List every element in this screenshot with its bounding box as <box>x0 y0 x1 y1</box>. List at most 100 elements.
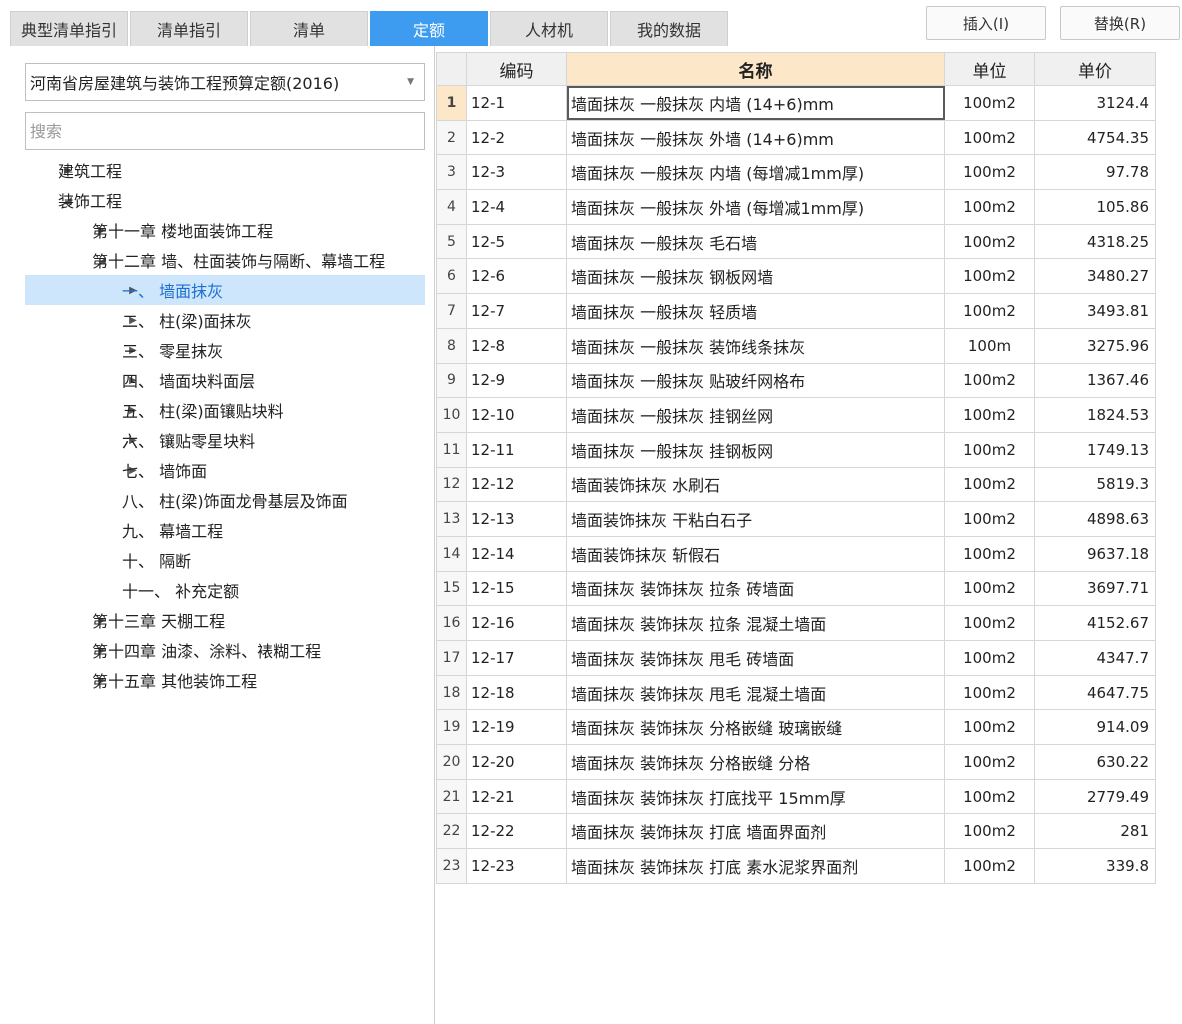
code-cell[interactable]: 12-19 <box>466 709 567 746</box>
table-row[interactable]: 15 12-15 墙面抹灰 装饰抹灰 拉条 砖墙面 100m2 3697.71 <box>436 570 1156 607</box>
table-row[interactable]: 5 12-5 墙面抹灰 一般抹灰 毛石墙 100m2 4318.25 <box>436 223 1156 260</box>
unit-cell[interactable]: 100m2 <box>944 605 1035 641</box>
row-number-cell[interactable]: 23 <box>436 848 467 884</box>
panel-divider[interactable] <box>434 46 435 1024</box>
table-row[interactable]: 17 12-17 墙面抹灰 装饰抹灰 甩毛 砖墙面 100m2 4347.7 <box>436 640 1156 676</box>
tree-node[interactable]: ◢ 装饰工程 <box>0 185 425 215</box>
row-number-cell[interactable]: 3 <box>436 154 467 191</box>
name-cell[interactable]: 墙面抹灰 一般抹灰 挂钢板网 <box>566 431 945 468</box>
unit-cell[interactable]: 100m2 <box>944 85 1035 121</box>
row-number-cell[interactable]: 2 <box>436 119 467 156</box>
code-cell[interactable]: 12-17 <box>466 640 567 676</box>
name-cell[interactable]: 墙面抹灰 一般抹灰 毛石墙 <box>566 223 945 260</box>
code-cell[interactable]: 12-8 <box>466 327 567 364</box>
name-cell[interactable]: 墙面抹灰 装饰抹灰 打底找平 15mm厚 <box>566 778 945 815</box>
unit-cell[interactable]: 100m2 <box>944 293 1035 329</box>
row-number-cell[interactable]: 5 <box>436 223 467 260</box>
name-cell[interactable]: 墙面抹灰 一般抹灰 内墙 (14+6)mm <box>566 85 945 121</box>
name-cell[interactable]: 墙面抹灰 一般抹灰 内墙 (每增减1mm厚) <box>566 154 945 191</box>
name-cell[interactable]: 墙面抹灰 装饰抹灰 拉条 混凝土墙面 <box>566 605 945 641</box>
unit-cell[interactable]: 100m2 <box>944 640 1035 676</box>
table-row[interactable]: 6 12-6 墙面抹灰 一般抹灰 钢板网墙 100m2 3480.27 <box>436 258 1156 295</box>
table-row[interactable]: 16 12-16 墙面抹灰 装饰抹灰 拉条 混凝土墙面 100m2 4152.67 <box>436 605 1156 641</box>
table-row[interactable]: 7 12-7 墙面抹灰 一般抹灰 轻质墙 100m2 3493.81 <box>436 293 1156 329</box>
name-cell[interactable]: 墙面抹灰 装饰抹灰 甩毛 混凝土墙面 <box>566 674 945 711</box>
table-row[interactable]: 11 12-11 墙面抹灰 一般抹灰 挂钢板网 100m2 1749.13 <box>436 431 1156 468</box>
code-cell[interactable]: 12-3 <box>466 154 567 191</box>
name-cell[interactable]: 墙面抹灰 装饰抹灰 甩毛 砖墙面 <box>566 640 945 676</box>
tree-node[interactable]: ▶ 第十五章 其他装饰工程 <box>0 665 425 695</box>
code-cell[interactable]: 12-9 <box>466 362 567 399</box>
price-cell[interactable]: 630.22 <box>1034 744 1156 780</box>
name-cell[interactable]: 墙面抹灰 一般抹灰 贴玻纤网格布 <box>566 362 945 399</box>
name-cell[interactable]: 墙面装饰抹灰 水刷石 <box>566 466 945 503</box>
price-cell[interactable]: 4318.25 <box>1034 223 1156 260</box>
price-cell[interactable]: 3124.4 <box>1034 85 1156 121</box>
price-cell[interactable]: 4347.7 <box>1034 640 1156 676</box>
unit-cell[interactable]: 100m <box>944 327 1035 364</box>
unit-cell[interactable]: 100m2 <box>944 362 1035 399</box>
table-row[interactable]: 19 12-19 墙面抹灰 装饰抹灰 分格嵌缝 玻璃嵌缝 100m2 914.09 <box>436 709 1156 746</box>
quota-library-select[interactable]: 河南省房屋建筑与装饰工程预算定额(2016) ▼ <box>25 63 425 101</box>
row-number-cell[interactable]: 17 <box>436 640 467 676</box>
unit-cell[interactable]: 100m2 <box>944 189 1035 225</box>
row-number-cell[interactable]: 18 <box>436 674 467 711</box>
row-number-cell[interactable]: 11 <box>436 431 467 468</box>
table-row[interactable]: 21 12-21 墙面抹灰 装饰抹灰 打底找平 15mm厚 100m2 2779.49 <box>436 778 1156 815</box>
tree-node[interactable]: ▶ 四、 墙面块料面层 <box>0 365 425 395</box>
unit-cell[interactable]: 100m2 <box>944 431 1035 468</box>
tab-my-data[interactable]: 我的数据 <box>610 11 728 46</box>
price-cell[interactable]: 1824.53 <box>1034 397 1156 433</box>
price-cell[interactable]: 9637.18 <box>1034 535 1156 572</box>
name-column-header[interactable]: 名称 <box>566 52 945 86</box>
price-cell[interactable]: 3697.71 <box>1034 570 1156 607</box>
tree-node[interactable]: 十、 隔断 <box>0 545 425 575</box>
tree-node[interactable]: ▶ 第十四章 油漆、涂料、裱糊工程 <box>0 635 425 665</box>
tab-bill-guide[interactable]: 清单指引 <box>130 11 248 46</box>
code-cell[interactable]: 12-2 <box>466 119 567 156</box>
price-cell[interactable]: 105.86 <box>1034 189 1156 225</box>
price-cell[interactable]: 5819.3 <box>1034 466 1156 503</box>
tab-labor-material-machine[interactable]: 人材机 <box>490 11 608 46</box>
unit-cell[interactable]: 100m2 <box>944 778 1035 815</box>
price-cell[interactable]: 3480.27 <box>1034 258 1156 295</box>
code-cell[interactable]: 12-6 <box>466 258 567 295</box>
table-row[interactable]: 18 12-18 墙面抹灰 装饰抹灰 甩毛 混凝土墙面 100m2 4647.75 <box>436 674 1156 711</box>
unit-cell[interactable]: 100m2 <box>944 466 1035 503</box>
tree-node[interactable]: ▶ 三、 零星抹灰 <box>0 335 425 365</box>
tree-node[interactable]: ◢ 第十二章 墙、柱面装饰与隔断、幕墙工程 <box>0 245 425 275</box>
code-cell[interactable]: 12-13 <box>466 501 567 537</box>
tree-node[interactable]: ▶ 建筑工程 <box>0 155 425 185</box>
price-cell[interactable]: 3493.81 <box>1034 293 1156 329</box>
row-number-cell[interactable]: 19 <box>436 709 467 746</box>
name-cell[interactable]: 墙面抹灰 装饰抹灰 打底 素水泥浆界面剂 <box>566 848 945 884</box>
code-cell[interactable]: 12-1 <box>466 85 567 121</box>
row-number-cell[interactable]: 21 <box>436 778 467 815</box>
unit-cell[interactable]: 100m2 <box>944 223 1035 260</box>
table-row[interactable]: 8 12-8 墙面抹灰 一般抹灰 装饰线条抹灰 100m 3275.96 <box>436 327 1156 364</box>
row-number-cell[interactable]: 14 <box>436 535 467 572</box>
unit-cell[interactable]: 100m2 <box>944 535 1035 572</box>
table-row[interactable]: 12 12-12 墙面装饰抹灰 水刷石 100m2 5819.3 <box>436 466 1156 503</box>
unit-cell[interactable]: 100m2 <box>944 570 1035 607</box>
name-cell[interactable]: 墙面抹灰 一般抹灰 装饰线条抹灰 <box>566 327 945 364</box>
row-number-cell[interactable]: 4 <box>436 189 467 225</box>
name-cell[interactable]: 墙面装饰抹灰 斩假石 <box>566 535 945 572</box>
code-cell[interactable]: 12-10 <box>466 397 567 433</box>
name-cell[interactable]: 墙面抹灰 装饰抹灰 打底 墙面界面剂 <box>566 813 945 850</box>
unit-cell[interactable]: 100m2 <box>944 709 1035 746</box>
table-row[interactable]: 20 12-20 墙面抹灰 装饰抹灰 分格嵌缝 分格 100m2 630.22 <box>436 744 1156 780</box>
table-row[interactable]: 9 12-9 墙面抹灰 一般抹灰 贴玻纤网格布 100m2 1367.46 <box>436 362 1156 399</box>
table-row[interactable]: 14 12-14 墙面装饰抹灰 斩假石 100m2 9637.18 <box>436 535 1156 572</box>
code-cell[interactable]: 12-7 <box>466 293 567 329</box>
unit-cell[interactable]: 100m2 <box>944 674 1035 711</box>
row-number-cell[interactable]: 13 <box>436 501 467 537</box>
row-number-cell[interactable]: 10 <box>436 397 467 433</box>
insert-button[interactable]: 插入(I) <box>926 6 1046 40</box>
price-cell[interactable]: 2779.49 <box>1034 778 1156 815</box>
name-cell[interactable]: 墙面装饰抹灰 干粘白石子 <box>566 501 945 537</box>
tree-node[interactable]: 十一、 补充定额 <box>0 575 425 605</box>
unit-cell[interactable]: 100m2 <box>944 501 1035 537</box>
name-cell[interactable]: 墙面抹灰 一般抹灰 钢板网墙 <box>566 258 945 295</box>
unit-cell[interactable]: 100m2 <box>944 154 1035 191</box>
